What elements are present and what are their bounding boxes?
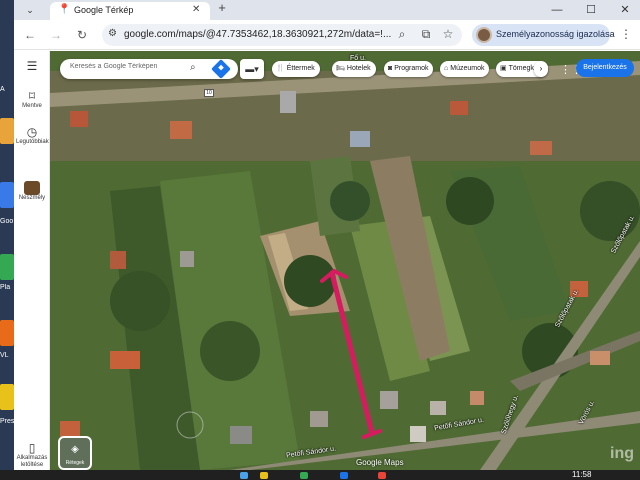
identity-label: Személyazonosság igazolása <box>496 29 615 39</box>
desktop-background: Goo Pla VL Pres A <box>0 0 14 470</box>
install-app-icon[interactable]: ⧉ <box>418 27 434 42</box>
desktop-app-icon[interactable] <box>0 384 14 410</box>
hotel-icon: 🛏 <box>336 65 345 72</box>
browser-tab[interactable]: 📍 Google Térkép ✕ <box>50 2 210 20</box>
search-box[interactable]: ⌕ <box>60 59 238 79</box>
back-arrow-icon[interactable]: ← <box>22 27 38 43</box>
taskbar: 11:58 <box>0 470 640 480</box>
desktop-app-icon[interactable] <box>0 320 14 346</box>
browser-window: ⌄ 📍 Google Térkép ✕ + — ☐ ✕ ← → ↻ ⚙ goog… <box>14 0 640 470</box>
directions-icon[interactable] <box>211 59 231 79</box>
taskbar-app-icon[interactable] <box>300 472 308 479</box>
minimize-button[interactable]: — <box>542 0 572 20</box>
place-thumbnail-icon <box>24 181 40 195</box>
site-info-icon[interactable]: ⚙ <box>108 28 117 39</box>
bookmark-star-icon[interactable]: ☆ <box>440 27 456 41</box>
maps-pin-icon: 📍 <box>58 4 71 15</box>
maps-side-rail: ☰ ⌑ Mentve ◷ Legutóbbiak Neszmély ▯ Alka… <box>14 51 50 470</box>
sign-in-button[interactable]: Bejelentkezés <box>576 59 634 77</box>
desktop-icon-label: A <box>0 86 5 93</box>
history-icon: ◷ <box>26 125 38 139</box>
watermark: ing <box>610 445 634 462</box>
rail-item-get-app[interactable]: ▯ Alkalmazás letöltése <box>14 441 50 469</box>
chevron-right-icon[interactable]: › <box>534 61 548 77</box>
close-icon[interactable]: ✕ <box>192 4 200 15</box>
address-bar[interactable]: ⚙ google.com/maps/@47.7353462,18.3630921… <box>102 24 462 46</box>
route-number-badge: 10 <box>204 89 214 97</box>
chip-museums[interactable]: ⌂ Múzeumok <box>440 61 490 77</box>
clock: 11:58 <box>572 470 592 479</box>
tab-bar: ⌄ 📍 Google Térkép ✕ + — ☐ ✕ <box>14 0 640 20</box>
phone-icon: ▯ <box>28 441 36 455</box>
camera-icon: ◙ <box>388 65 393 72</box>
taskbar-app-icon[interactable] <box>240 472 248 479</box>
close-window-button[interactable]: ✕ <box>610 0 640 20</box>
maximize-button[interactable]: ☐ <box>576 0 606 20</box>
page-viewport: ☰ ⌑ Mentve ◷ Legutóbbiak Neszmély ▯ Alka… <box>14 51 640 470</box>
chevron-down-icon[interactable]: ⌄ <box>22 2 38 18</box>
restaurant-icon: 🍴 <box>276 65 285 72</box>
chip-things-to-do[interactable]: ◙ Programok <box>384 61 434 77</box>
avatar <box>476 27 492 43</box>
tab-title: Google Térkép <box>74 5 134 15</box>
museum-icon: ⌂ <box>444 65 449 72</box>
profile-identity-button[interactable]: Személyazonosság igazolása <box>472 24 615 46</box>
search-input[interactable] <box>70 63 190 70</box>
chip-restaurants[interactable]: 🍴 Éttermek <box>272 61 320 77</box>
desktop-app-icon[interactable] <box>0 254 14 280</box>
desktop-app-icon[interactable] <box>0 118 14 144</box>
browser-toolbar: ← → ↻ ⚙ google.com/maps/@47.7353462,18.3… <box>14 20 640 50</box>
new-tab-button[interactable]: + <box>214 0 230 15</box>
rail-item-neszmely[interactable]: Neszmély <box>14 181 50 202</box>
layers-button[interactable]: ◈ Rétegek <box>58 436 92 470</box>
desktop-icon-label: VL <box>0 352 9 359</box>
taskbar-app-icon[interactable] <box>260 472 268 479</box>
map-attribution: Google Maps <box>356 458 404 467</box>
url-text[interactable]: google.com/maps/@47.7353462,18.3630921,2… <box>124 29 394 40</box>
desktop-icon-label: Goo <box>0 218 14 225</box>
rail-item-recent[interactable]: ◷ Legutóbbiak <box>14 125 50 146</box>
screen: Goo Pla VL Pres A ⌄ 📍 Google Térkép ✕ + … <box>0 0 640 480</box>
rail-item-saved[interactable]: ⌑ Mentve <box>14 89 50 110</box>
search-icon[interactable]: ⌕ <box>190 62 196 73</box>
layers-icon: ◈ <box>71 444 79 455</box>
desktop-icon-label: Pla <box>0 284 11 291</box>
chip-hotels[interactable]: 🛏 Hotelek <box>332 61 376 77</box>
zoom-icon[interactable]: ⌕ <box>394 27 410 42</box>
collapse-panel-button[interactable]: ▬▾ <box>240 59 264 79</box>
reload-icon[interactable]: ↻ <box>74 27 90 43</box>
satellite-imagery <box>50 51 640 470</box>
taskbar-app-icon[interactable] <box>340 472 348 479</box>
desktop-icon-label: Pres <box>0 418 14 425</box>
forward-arrow-icon[interactable]: → <box>48 27 64 43</box>
kebab-menu-icon[interactable]: ⋮ <box>620 27 632 41</box>
transit-icon: ▣ <box>500 65 507 72</box>
taskbar-app-icon[interactable] <box>378 472 386 479</box>
bookmark-icon: ⌑ <box>28 89 36 103</box>
satellite-map[interactable]: 10 Fő u. Petőfi Sándor u. Petőfi Sándor … <box>50 51 640 470</box>
desktop-app-icon[interactable] <box>0 182 14 208</box>
menu-icon[interactable]: ☰ <box>14 59 50 73</box>
